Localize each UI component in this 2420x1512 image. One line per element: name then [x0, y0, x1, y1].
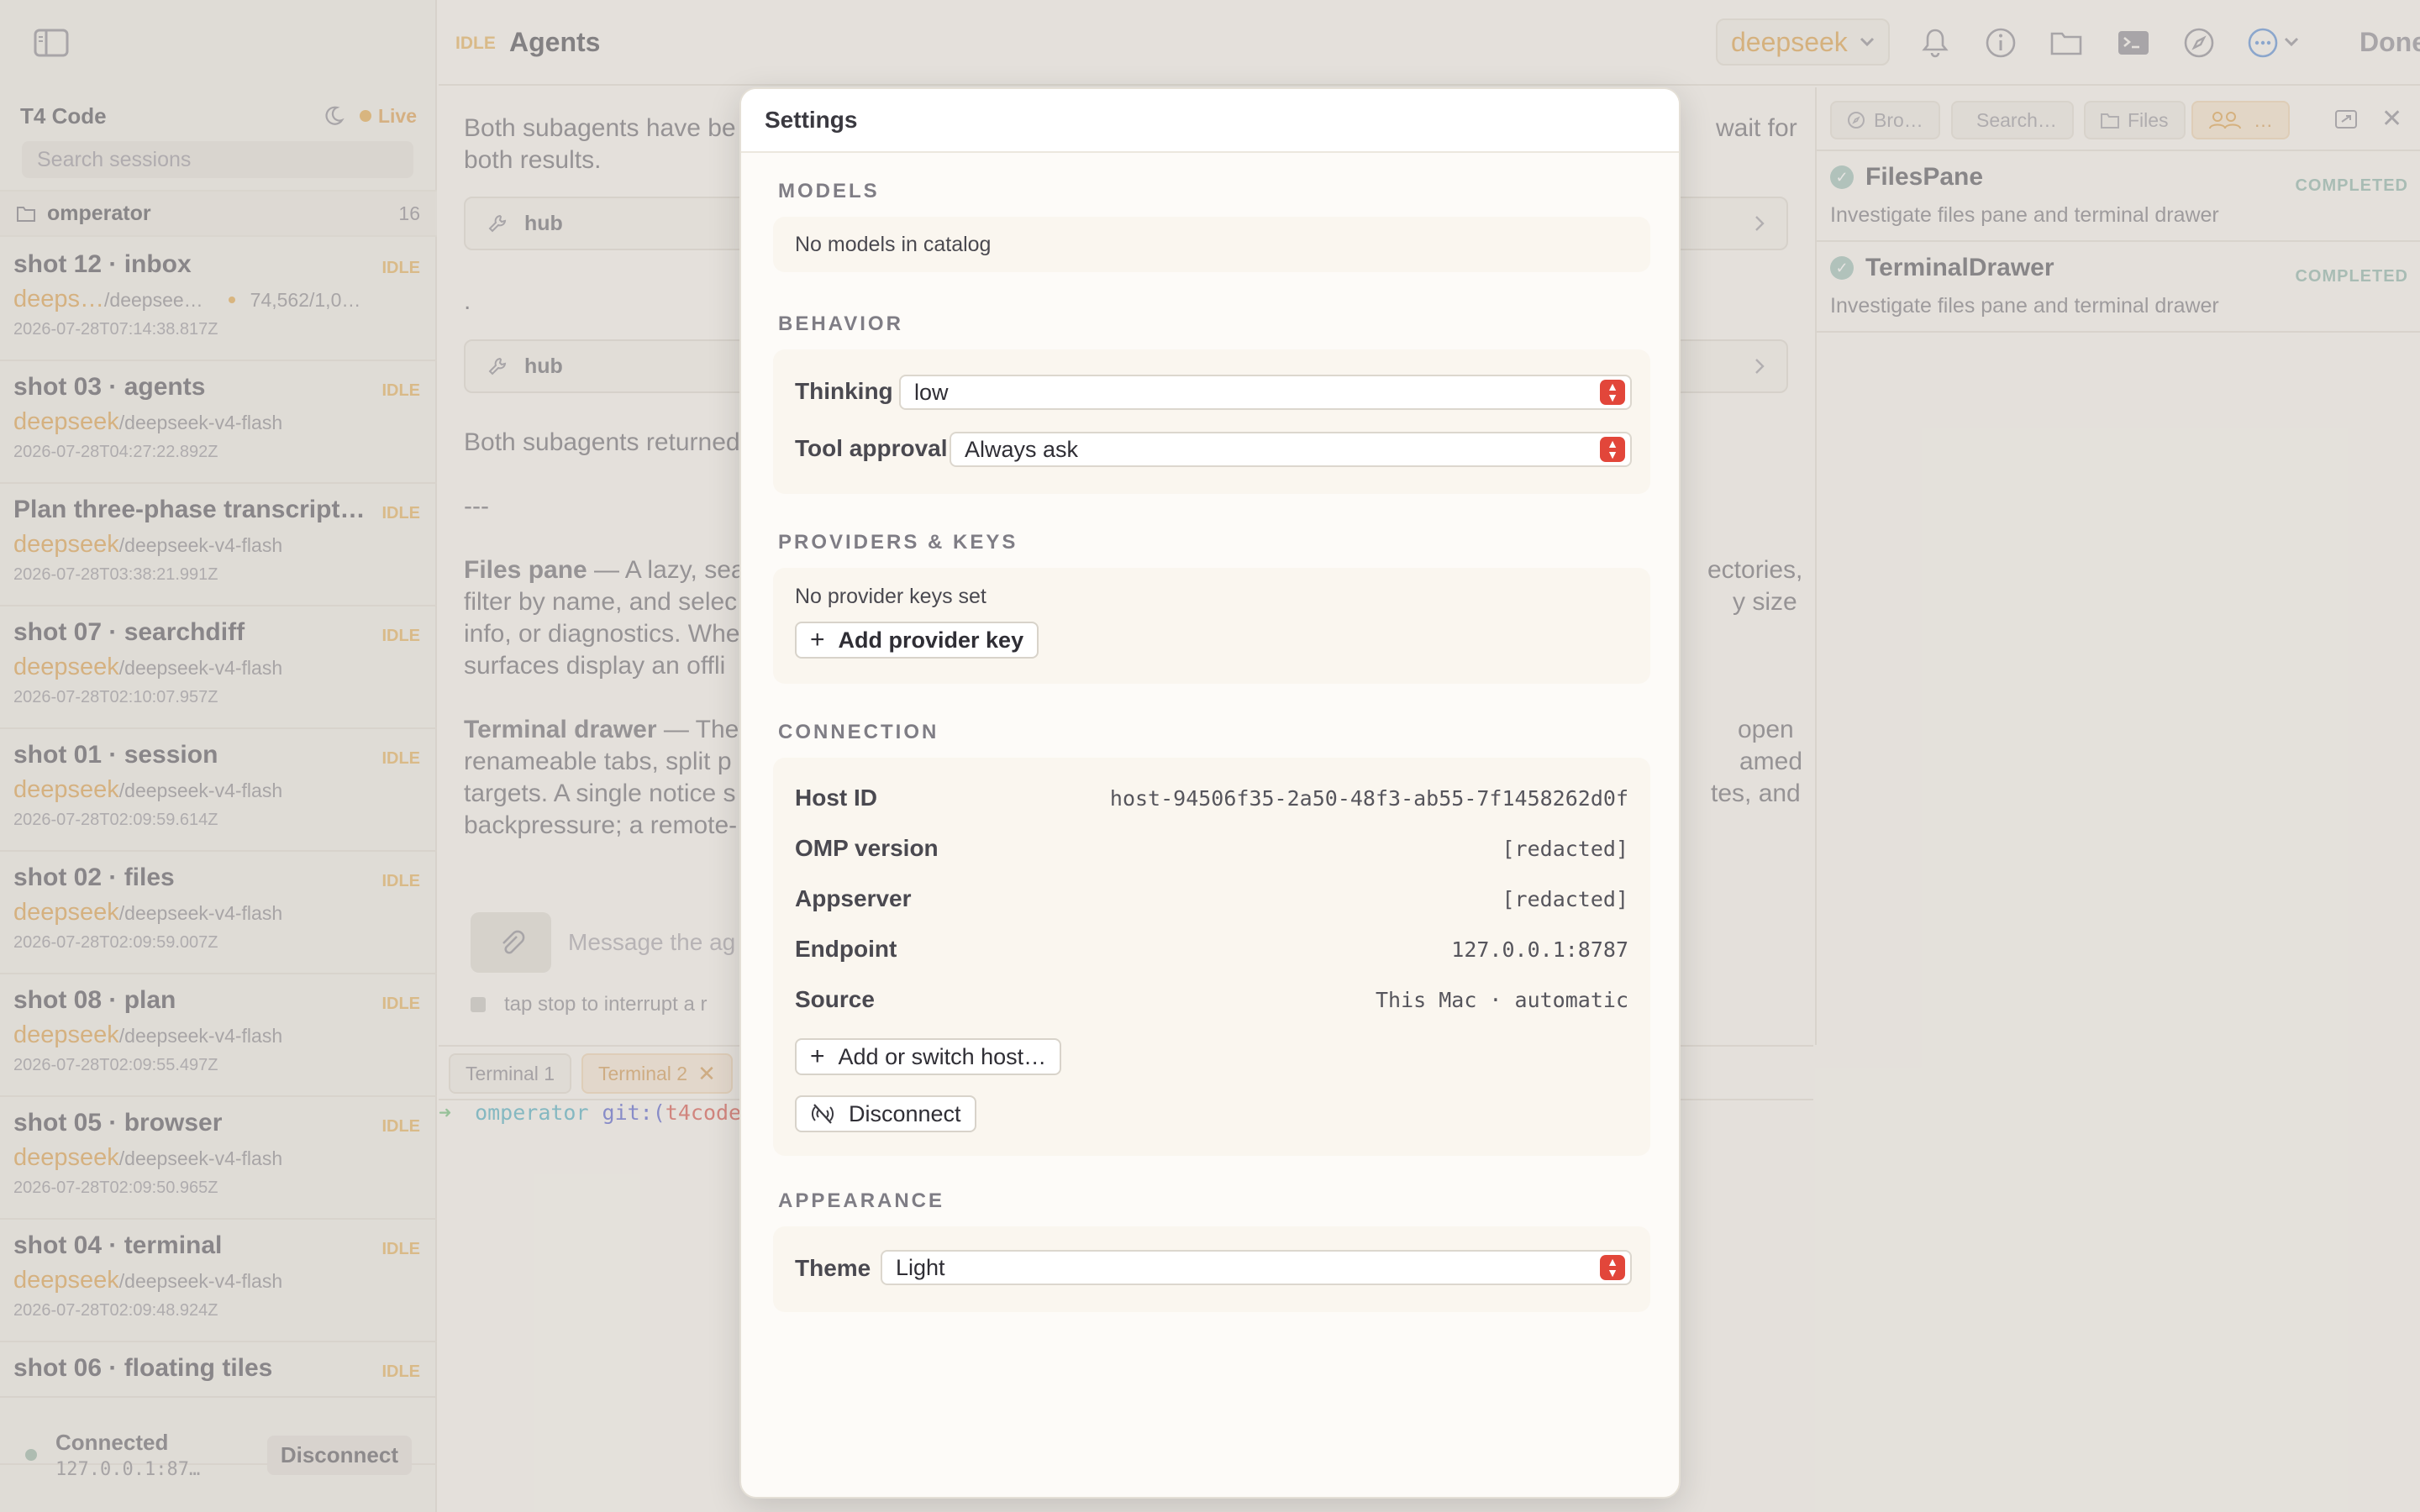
- thinking-value: low: [914, 379, 949, 405]
- select-stepper-icon: ▲ ▼: [1600, 1255, 1625, 1280]
- providers-card: No provider keys set + Add provider key: [773, 568, 1650, 684]
- settings-header: Settings: [741, 89, 1679, 153]
- host-id-row: Host ID host-94506f35-2a50-48f3-ab55-7f1…: [795, 785, 1628, 811]
- select-stepper-icon: ▲ ▼: [1600, 437, 1625, 462]
- tool-approval-select[interactable]: Always ask ▲ ▼: [950, 432, 1632, 467]
- section-appearance-label: APPEARANCE: [778, 1189, 945, 1212]
- models-empty-text: No models in catalog: [795, 232, 992, 256]
- source-value: This Mac · automatic: [1375, 987, 1628, 1012]
- omp-version-row: OMP version [redacted]: [795, 835, 1628, 862]
- appserver-row: Appserver [redacted]: [795, 885, 1628, 912]
- section-providers-label: PROVIDERS & KEYS: [778, 531, 1018, 554]
- endpoint-row: Endpoint 127.0.0.1:8787: [795, 936, 1628, 963]
- omp-version-label: OMP version: [795, 835, 939, 861]
- theme-select[interactable]: Light ▲ ▼: [881, 1250, 1632, 1285]
- theme-value: Light: [896, 1254, 945, 1280]
- appserver-label: Appserver: [795, 885, 912, 911]
- tool-approval-value: Always ask: [965, 436, 1079, 462]
- disconnect-label: Disconnect: [849, 1100, 961, 1126]
- plus-icon: +: [810, 1042, 825, 1070]
- select-stepper-icon: ▲ ▼: [1600, 380, 1625, 405]
- add-switch-host-button[interactable]: + Add or switch host…: [795, 1038, 1062, 1075]
- omp-version-value: [redacted]: [1502, 836, 1628, 861]
- settings-title: Settings: [765, 107, 858, 133]
- host-id-value: host-94506f35-2a50-48f3-ab55-7f1458262d0…: [1109, 785, 1628, 811]
- providers-empty-text: No provider keys set: [795, 585, 986, 608]
- thinking-label: Thinking: [795, 378, 893, 404]
- tool-approval-label: Tool approval: [795, 435, 948, 461]
- connection-card: Host ID host-94506f35-2a50-48f3-ab55-7f1…: [773, 758, 1650, 1156]
- endpoint-value: 127.0.0.1:8787: [1451, 937, 1628, 962]
- disconnect-icon: [812, 1104, 834, 1124]
- appearance-card: Theme Light ▲ ▼: [773, 1226, 1650, 1312]
- appserver-value: [redacted]: [1502, 886, 1628, 911]
- thinking-select[interactable]: low ▲ ▼: [899, 375, 1632, 410]
- host-id-label: Host ID: [795, 785, 877, 811]
- disconnect-button[interactable]: Disconnect: [795, 1095, 976, 1132]
- source-row: Source This Mac · automatic: [795, 986, 1628, 1013]
- add-provider-key-button[interactable]: + Add provider key: [795, 622, 1039, 659]
- models-card: No models in catalog: [773, 217, 1650, 272]
- section-behavior-label: BEHAVIOR: [778, 312, 903, 335]
- section-connection-label: CONNECTION: [778, 721, 939, 743]
- section-models-label: MODELS: [778, 180, 880, 202]
- source-label: Source: [795, 986, 875, 1012]
- add-switch-host-label: Add or switch host…: [838, 1043, 1047, 1069]
- endpoint-label: Endpoint: [795, 936, 897, 962]
- add-provider-key-label: Add provider key: [838, 627, 1024, 653]
- settings-dialog: Settings MODELS No models in catalog BEH…: [739, 87, 1681, 1499]
- plus-icon: +: [810, 626, 825, 654]
- behavior-card: Thinking low ▲ ▼ Tool approval Always ask…: [773, 349, 1650, 494]
- theme-label: Theme: [795, 1255, 871, 1281]
